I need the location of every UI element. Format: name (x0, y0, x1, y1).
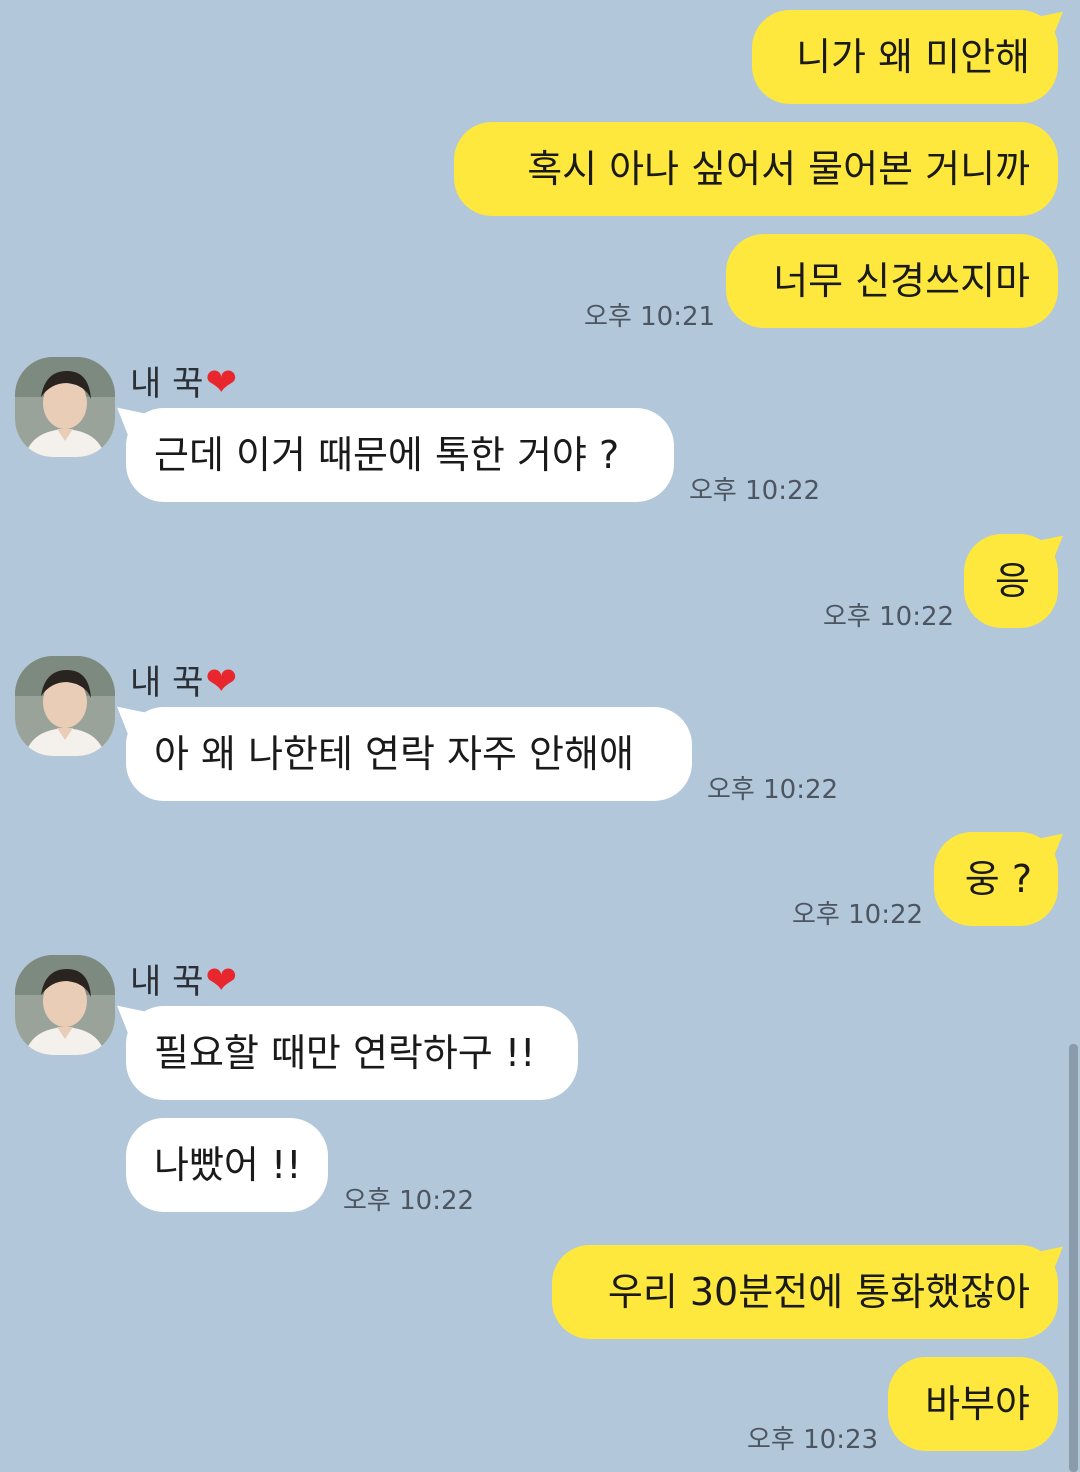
message-bubble-me[interactable]: 우리 30분전에 통화했잖아 (552, 1245, 1058, 1339)
contact-name: 내 꾹❤ (130, 356, 237, 405)
contact-avatar[interactable] (15, 656, 115, 756)
message-timestamp: 오후 10:23 (747, 1425, 879, 1455)
contact-avatar[interactable] (15, 955, 115, 1055)
message-bubble-them[interactable]: 나빴어 !! (126, 1118, 328, 1212)
contact-name-text: 내 꾹 (130, 663, 204, 703)
message-timestamp: 오후 10:21 (584, 302, 716, 332)
contact-avatar[interactable] (15, 357, 115, 457)
message-bubble-them[interactable]: 아 왜 나한테 연락 자주 안해애 (126, 707, 692, 801)
avatar-photo-icon (15, 955, 115, 1055)
heart-icon: ❤ (205, 958, 238, 1002)
heart-icon: ❤ (205, 360, 238, 404)
message-timestamp: 오후 10:22 (343, 1186, 475, 1216)
heart-icon: ❤ (205, 659, 238, 703)
avatar-photo-icon (15, 357, 115, 457)
contact-name-text: 내 꾹 (130, 364, 204, 404)
message-timestamp: 오후 10:22 (689, 476, 821, 506)
message-bubble-me[interactable]: 혹시 아나 싶어서 물어본 거니까 (454, 122, 1058, 216)
contact-name: 내 꾹❤ (130, 954, 237, 1003)
message-bubble-them[interactable]: 필요할 때만 연락하구 !! (126, 1006, 578, 1100)
message-bubble-me[interactable]: 니가 왜 미안해 (752, 10, 1058, 104)
message-timestamp: 오후 10:22 (792, 900, 924, 930)
scrollbar[interactable] (1069, 1044, 1078, 1472)
message-bubble-them[interactable]: 근데 이거 때문에 톡한 거야 ? (126, 408, 674, 502)
contact-name: 내 꾹❤ (130, 655, 237, 704)
message-timestamp: 오후 10:22 (823, 602, 955, 632)
message-bubble-me[interactable]: 바부야 (888, 1357, 1058, 1451)
message-timestamp: 오후 10:22 (707, 775, 839, 805)
contact-name-text: 내 꾹 (130, 962, 204, 1002)
message-bubble-me[interactable]: 너무 신경쓰지마 (726, 234, 1058, 328)
avatar-photo-icon (15, 656, 115, 756)
